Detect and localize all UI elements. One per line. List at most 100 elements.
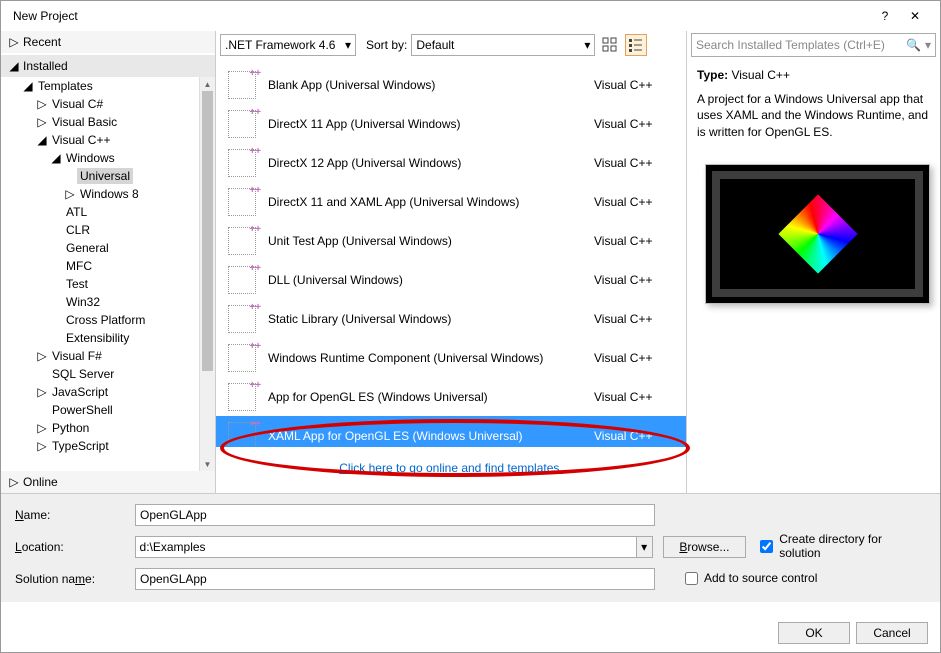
online-link-text[interactable]: Click here to go online and find templat…: [339, 461, 562, 475]
tree-general[interactable]: General: [1, 239, 215, 257]
template-lang: Visual C++: [594, 117, 674, 131]
scroll-up-icon[interactable]: ▲: [200, 77, 215, 91]
template-name: Static Library (Universal Windows): [268, 312, 594, 326]
template-description: Type: Visual C++ A project for a Windows…: [687, 61, 940, 146]
create-dir-checkbox[interactable]: [760, 540, 773, 553]
close-button[interactable]: ✕: [898, 4, 932, 28]
location-label: Location:: [15, 540, 135, 554]
tree-templates[interactable]: ◢Templates: [1, 77, 215, 95]
type-label: Type:: [697, 68, 728, 82]
chevron-down-icon[interactable]: ▾: [925, 38, 931, 52]
template-lang: Visual C++: [594, 351, 674, 365]
installed-label: Installed: [23, 59, 68, 73]
browse-button[interactable]: Browse...: [663, 536, 747, 558]
window-title: New Project: [9, 9, 872, 23]
scroll-down-icon[interactable]: ▼: [200, 457, 215, 471]
tree-win32[interactable]: Win32: [1, 293, 215, 311]
tree-atl[interactable]: ATL: [1, 203, 215, 221]
template-row[interactable]: DirectX 11 and XAML App (Universal Windo…: [216, 182, 686, 221]
name-label: Name:: [15, 508, 135, 522]
template-icon: [228, 305, 256, 333]
help-button[interactable]: ?: [872, 4, 898, 28]
template-icon: [228, 110, 256, 138]
templates-tree: ◢Templates ▷Visual C# ▷Visual Basic ◢Vis…: [1, 77, 215, 471]
framework-select[interactable]: .NET Framework 4.6 ▾: [220, 34, 356, 56]
template-row[interactable]: XAML App for OpenGL ES (Windows Universa…: [216, 416, 686, 447]
chevron-right-icon: ▷: [9, 475, 19, 489]
chevron-down-icon: ▾: [345, 38, 351, 52]
tree-ts[interactable]: ▷TypeScript: [1, 437, 215, 455]
cube-icon: [778, 194, 857, 273]
chevron-down-icon: ◢: [23, 79, 33, 93]
view-large-icons[interactable]: [599, 34, 621, 56]
tree-windows[interactable]: ◢Windows: [1, 149, 215, 167]
chevron-right-icon: ▷: [37, 421, 47, 435]
search-placeholder: Search Installed Templates (Ctrl+E): [696, 38, 885, 52]
cancel-button[interactable]: Cancel: [856, 622, 928, 644]
sort-value: Default: [416, 38, 454, 52]
template-name: Windows Runtime Component (Universal Win…: [268, 351, 594, 365]
search-icon[interactable]: 🔍: [906, 38, 921, 52]
template-name: Unit Test App (Universal Windows): [268, 234, 594, 248]
tree-vcpp[interactable]: ◢Visual C++: [1, 131, 215, 149]
template-icon: [228, 227, 256, 255]
sort-select[interactable]: Default ▾: [411, 34, 595, 56]
chevron-down-icon: ◢: [51, 151, 61, 165]
tree-ps[interactable]: PowerShell: [1, 401, 215, 419]
template-row[interactable]: DirectX 12 App (Universal Windows)Visual…: [216, 143, 686, 182]
template-row[interactable]: Unit Test App (Universal Windows)Visual …: [216, 221, 686, 260]
source-control-label: Add to source control: [704, 571, 817, 585]
tree-vfs[interactable]: ▷Visual F#: [1, 347, 215, 365]
template-lang: Visual C++: [594, 390, 674, 404]
online-find-link[interactable]: Click here to go online and find templat…: [216, 447, 686, 493]
view-list[interactable]: [625, 34, 647, 56]
dialog-buttons: OK Cancel: [778, 622, 928, 644]
tree-sql[interactable]: SQL Server: [1, 365, 215, 383]
tree-vb[interactable]: ▷Visual Basic: [1, 113, 215, 131]
chevron-right-icon: ▷: [37, 385, 47, 399]
tree-win8[interactable]: ▷Windows 8: [1, 185, 215, 203]
location-input[interactable]: [135, 536, 637, 558]
tree-xplat[interactable]: Cross Platform: [1, 311, 215, 329]
template-row[interactable]: Blank App (Universal Windows)Visual C++: [216, 65, 686, 104]
chevron-right-icon: ▷: [65, 187, 75, 201]
template-name: DirectX 12 App (Universal Windows): [268, 156, 594, 170]
location-dropdown[interactable]: ▾: [637, 536, 653, 558]
search-input[interactable]: Search Installed Templates (Ctrl+E) 🔍 ▾: [691, 33, 936, 57]
template-icon: [228, 188, 256, 216]
template-lang: Visual C++: [594, 273, 674, 287]
online-section[interactable]: ▷ Online: [1, 471, 215, 493]
chevron-right-icon: ▷: [37, 439, 47, 453]
tree-py[interactable]: ▷Python: [1, 419, 215, 437]
tree-js[interactable]: ▷JavaScript: [1, 383, 215, 401]
template-row[interactable]: DirectX 11 App (Universal Windows)Visual…: [216, 104, 686, 143]
tree-test[interactable]: Test: [1, 275, 215, 293]
template-row[interactable]: Static Library (Universal Windows)Visual…: [216, 299, 686, 338]
tree-vcs[interactable]: ▷Visual C#: [1, 95, 215, 113]
tree-clr[interactable]: CLR: [1, 221, 215, 239]
ok-button[interactable]: OK: [778, 622, 850, 644]
template-row[interactable]: App for OpenGL ES (Windows Universal)Vis…: [216, 377, 686, 416]
template-row[interactable]: DLL (Universal Windows)Visual C++: [216, 260, 686, 299]
framework-value: .NET Framework 4.6: [225, 38, 335, 52]
name-input[interactable]: [135, 504, 655, 526]
template-lang: Visual C++: [594, 312, 674, 326]
chevron-right-icon: ▷: [37, 115, 47, 129]
template-preview: [705, 164, 930, 304]
tree-universal[interactable]: Universal: [1, 167, 215, 185]
template-row[interactable]: Windows Runtime Component (Universal Win…: [216, 338, 686, 377]
chevron-down-icon: ◢: [9, 59, 19, 73]
create-dir-label: Create directory for solution: [779, 532, 926, 560]
template-name: DLL (Universal Windows): [268, 273, 594, 287]
template-icon: [228, 71, 256, 99]
solution-name-input[interactable]: [135, 568, 655, 590]
template-lang: Visual C++: [594, 195, 674, 209]
source-control-checkbox[interactable]: [685, 572, 698, 585]
tree-mfc[interactable]: MFC: [1, 257, 215, 275]
tree-ext[interactable]: Extensibility: [1, 329, 215, 347]
mid-toolbar: .NET Framework 4.6 ▾ Sort by: Default ▾: [0, 31, 686, 59]
tree-scrollbar[interactable]: ▲ ▼: [199, 77, 215, 471]
template-lang: Visual C++: [594, 78, 674, 92]
scrollbar-thumb[interactable]: [202, 91, 213, 371]
template-icon: [228, 149, 256, 177]
